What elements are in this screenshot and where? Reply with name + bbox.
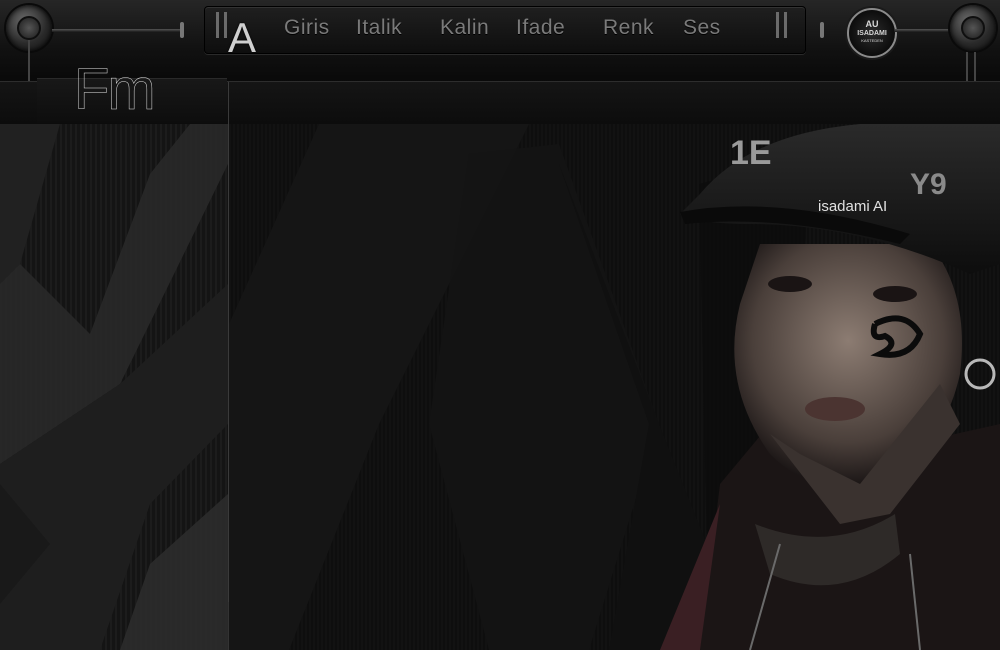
page: A Giris Italik Kalin Ifade Renk Ses AU I… [0, 0, 1000, 650]
nav-ifade[interactable]: Ifade [516, 16, 565, 40]
grip-left-1 [216, 12, 219, 38]
right-rail [895, 29, 950, 32]
image-signature: isadami AI [818, 198, 888, 215]
left-tick [180, 22, 184, 38]
grip-left-2 [224, 12, 227, 38]
section-title: Fm [74, 57, 156, 122]
svg-text:Y9: Y9 [910, 168, 947, 201]
grip-right-2 [784, 12, 787, 38]
nav-renk[interactable]: Renk [603, 16, 654, 40]
badge-line-1: AU [865, 19, 879, 29]
nav-ses[interactable]: Ses [683, 16, 721, 40]
nav-kalin[interactable]: Kalin [440, 16, 489, 40]
svg-text:1E: 1E [730, 134, 772, 172]
chevron-pattern-icon [0, 124, 228, 650]
logo-a[interactable]: A [228, 14, 256, 62]
right-tick [820, 22, 824, 38]
brand-badge[interactable]: AU ISADAMI KASTEDEN [847, 8, 897, 58]
nav-italik[interactable]: Italik [356, 16, 402, 40]
badge-line-2: ISADAMI [857, 30, 887, 37]
sidebar-pattern [0, 124, 229, 650]
nav-giris[interactable]: Giris [284, 16, 330, 40]
grip-right-1 [776, 12, 779, 38]
right-knob-icon [950, 5, 996, 51]
badge-line-3: KASTEDEN [861, 38, 883, 43]
sidebar-divider [228, 82, 229, 602]
left-rail [52, 29, 182, 32]
